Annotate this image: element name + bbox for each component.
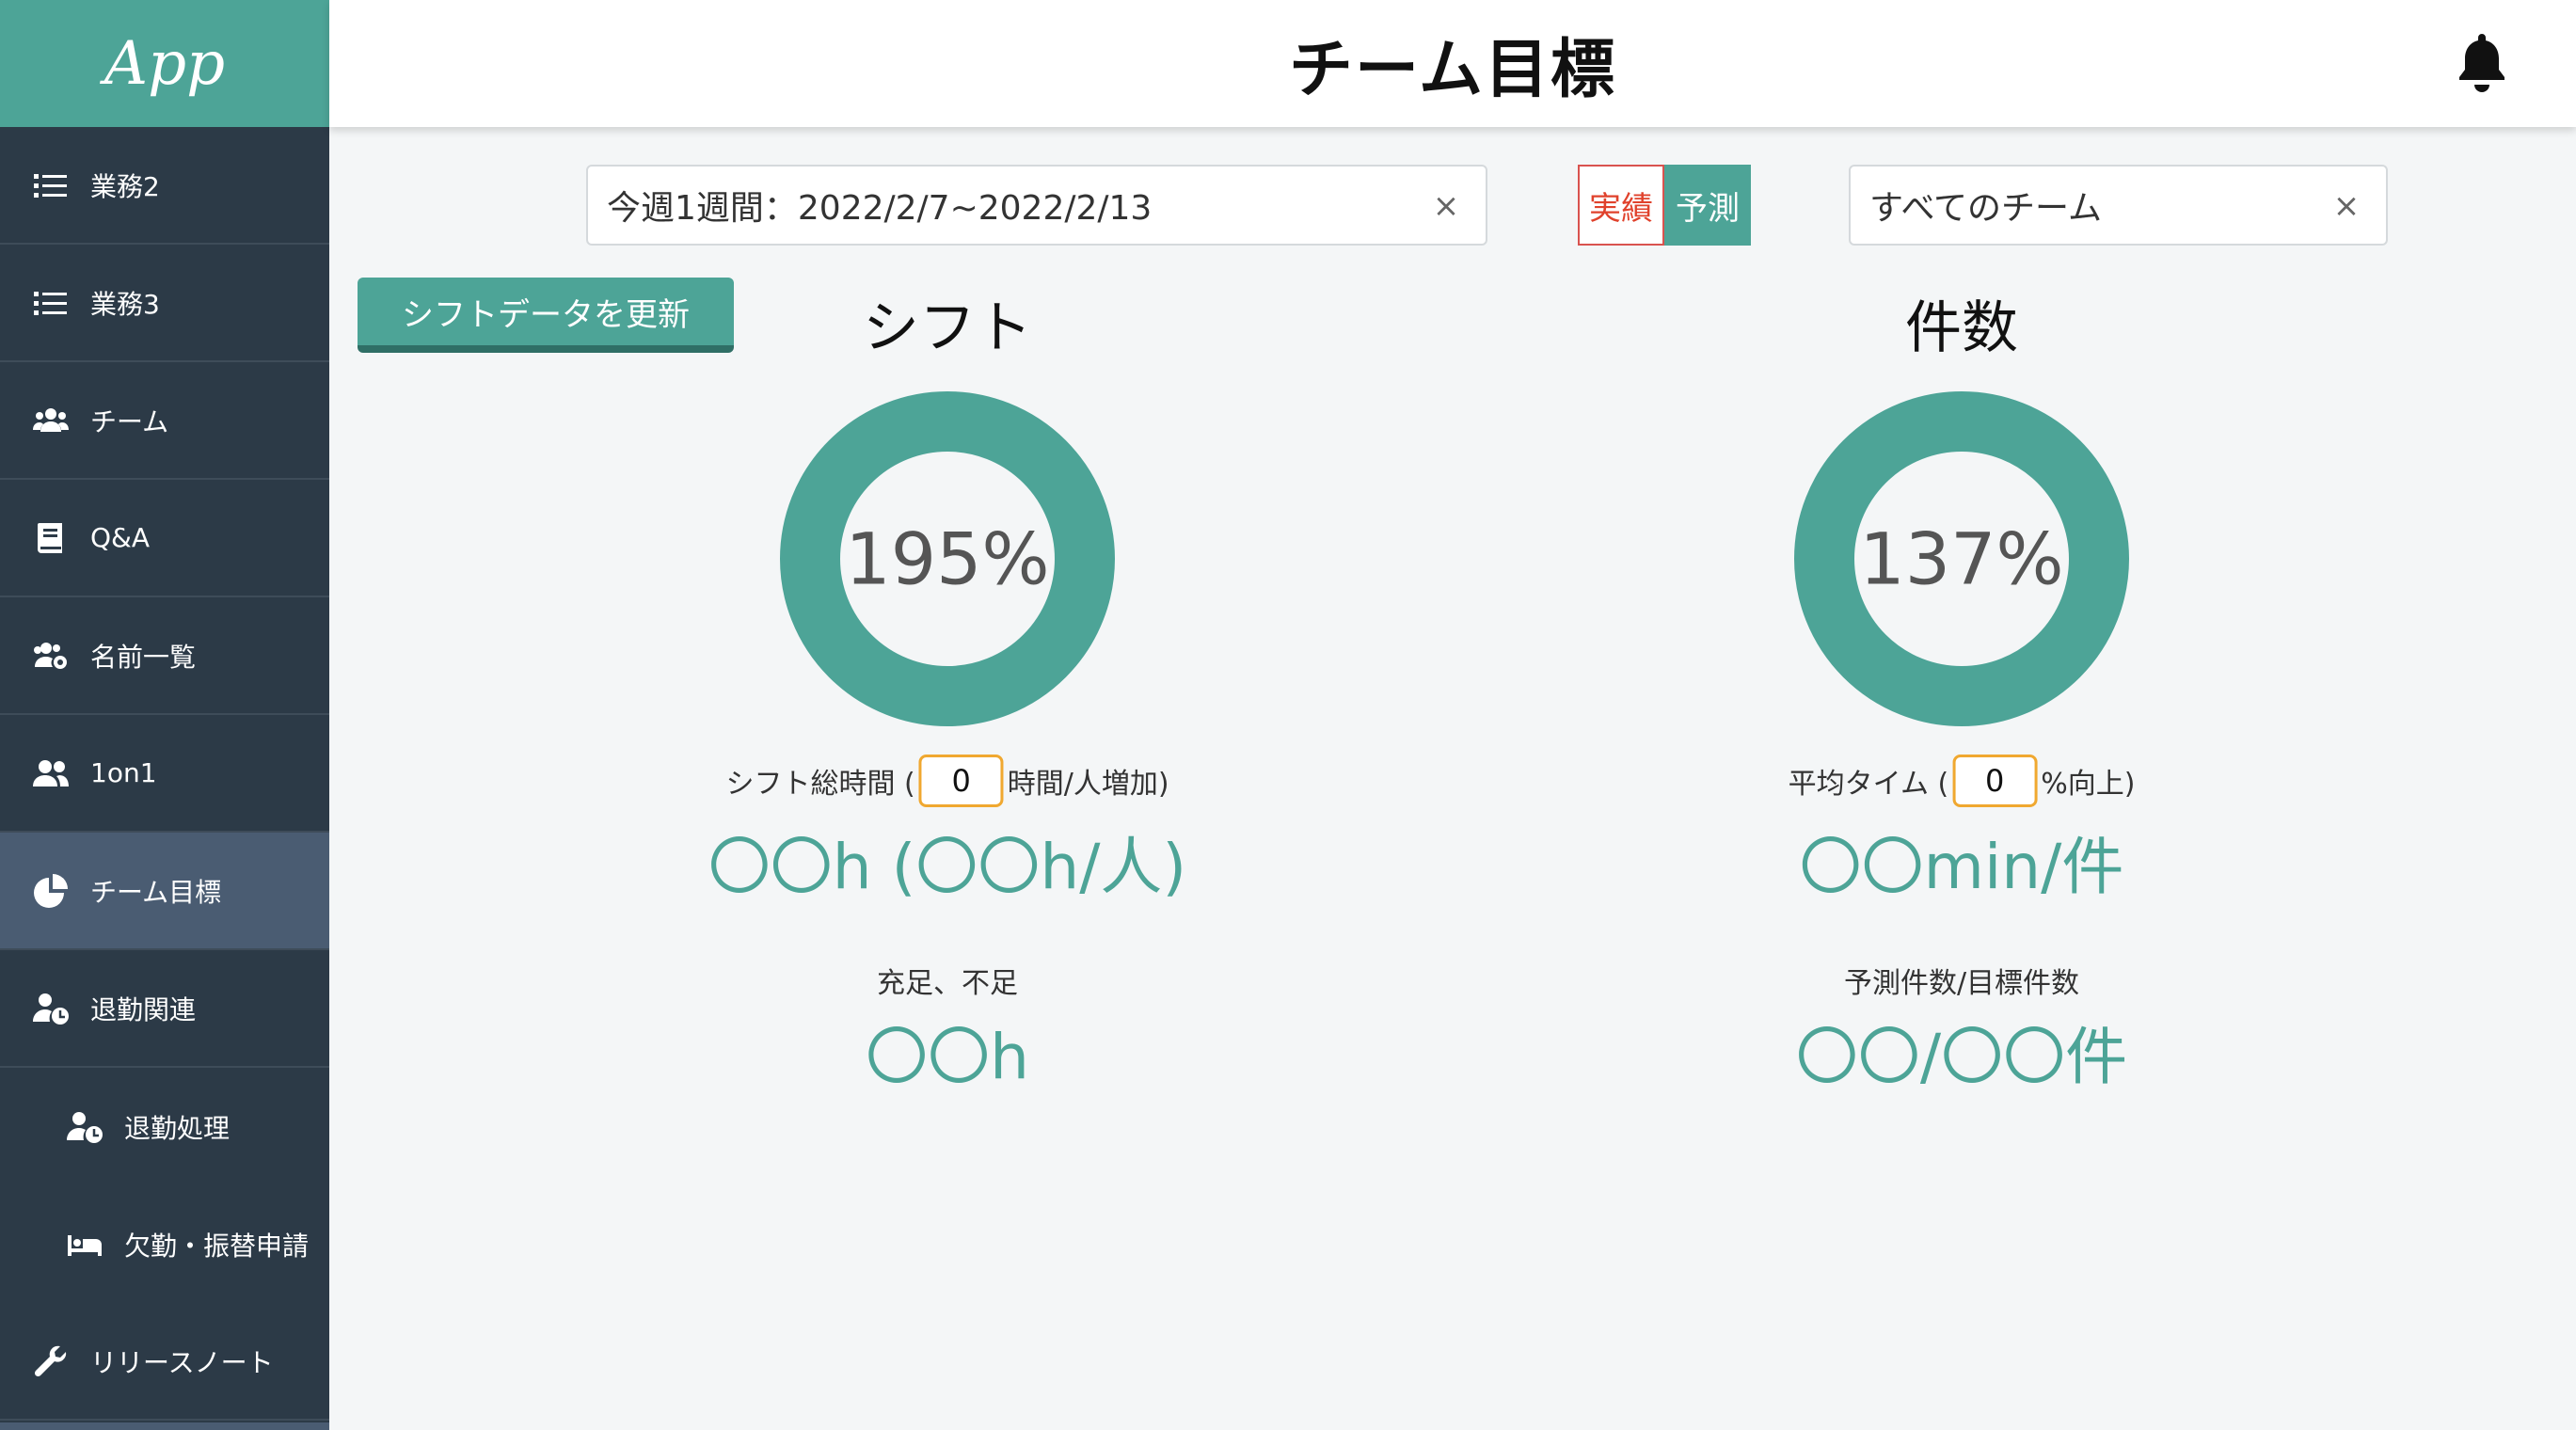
users-cog-icon: [30, 635, 72, 676]
shift-panel-title: シフト: [863, 295, 1032, 361]
sidebar-item-gyomu2[interactable]: 業務2: [0, 127, 329, 245]
sidebar-item-label: 1on1: [90, 757, 157, 788]
count-percent-label: 137%: [1859, 516, 2064, 601]
forecast-target-value: 〇〇/〇〇件: [1795, 1021, 2128, 1093]
sidebar-item-label: チーム: [90, 405, 169, 437]
shift-total-label: シフト総時間 ( 0 時間/人増加): [725, 755, 1169, 807]
users-icon: [30, 400, 72, 441]
shift-total-label-suffix: 時間/人増加): [1007, 768, 1169, 801]
forecast-target-label: 予測件数/目標件数: [1843, 967, 2080, 1000]
sidebar-item-1on1[interactable]: 1on1: [0, 715, 329, 833]
chart-pie-icon: [30, 870, 72, 912]
shift-total-label-prefix: シフト総時間 (: [725, 768, 915, 801]
period-select-value: 今週1週間：2022/2/7~2022/2/13: [607, 189, 1153, 228]
avg-time-label-prefix: 平均タイム (: [1788, 768, 1949, 801]
update-shift-button[interactable]: シフトデータを更新: [358, 278, 734, 353]
sidebar-item-label: 業務2: [90, 170, 160, 202]
bed-icon: [64, 1224, 105, 1265]
avg-time-label-suffix: %向上): [2041, 768, 2136, 801]
sidebar-item-gyomu3[interactable]: 業務3: [0, 245, 329, 362]
sufficiency-value: 〇〇h: [866, 1021, 1029, 1093]
book-icon: [30, 517, 72, 559]
sidebar-item-label: 退勤関連: [90, 993, 197, 1025]
count-panel-title: 件数: [1905, 295, 2018, 361]
toggle-actual-button[interactable]: 実績: [1578, 165, 1664, 246]
clear-team-icon[interactable]: ×: [2328, 187, 2365, 225]
sidebar-item-label: 業務3: [90, 288, 160, 320]
avg-time-value: 〇〇min/件: [1799, 831, 2124, 903]
user-clock-icon: [64, 1106, 105, 1148]
sidebar-item-qa[interactable]: Q&A: [0, 480, 329, 597]
shift-percent-label: 195%: [845, 516, 1050, 601]
list-icon: [30, 165, 72, 206]
avg-improve-input[interactable]: 0: [1952, 755, 2038, 807]
sidebar-item-label: 欠勤・振替申請: [124, 1230, 310, 1262]
wrench-icon: [30, 1341, 72, 1382]
sidebar-item-label: リリースノート: [90, 1346, 274, 1378]
period-select[interactable]: 今週1週間：2022/2/7~2022/2/13 ×: [586, 165, 1487, 246]
sidebar: App 業務2 業務3 チーム Q&A 名前一覧 1on1 チーム目標 退勤関連…: [0, 0, 329, 1430]
sidebar-divider: [0, 1422, 329, 1430]
sidebar-item-names[interactable]: 名前一覧: [0, 597, 329, 715]
sidebar-item-clockout[interactable]: 退勤関連: [0, 950, 329, 1068]
actual-forecast-toggle: 実績 予測: [1578, 165, 1751, 246]
sidebar-item-team[interactable]: チーム: [0, 362, 329, 480]
sidebar-item-label: Q&A: [90, 522, 151, 553]
list-icon: [30, 282, 72, 324]
shift-increase-input[interactable]: 0: [918, 755, 1004, 807]
clear-period-icon[interactable]: ×: [1427, 187, 1465, 225]
sidebar-item-label: 名前一覧: [90, 641, 197, 673]
bell-icon[interactable]: [2454, 30, 2510, 96]
user-friends-icon: [30, 753, 72, 794]
top-header: チーム目標: [329, 0, 2576, 127]
user-clock-icon: [30, 988, 72, 1029]
team-select-value: すべてのチーム: [1869, 189, 2102, 228]
sidebar-item-release-notes[interactable]: リリースノート: [0, 1303, 329, 1421]
sidebar-item-absence[interactable]: 欠勤・振替申請: [0, 1185, 329, 1303]
sidebar-item-label: チーム目標: [90, 876, 222, 908]
sidebar-item-label: 退勤処理: [124, 1112, 231, 1144]
sufficiency-label: 充足、不足: [877, 967, 1018, 1000]
toggle-forecast-button[interactable]: 予測: [1664, 165, 1751, 246]
page-title: チーム目標: [1289, 33, 1616, 107]
sidebar-item-team-goal[interactable]: チーム目標: [0, 833, 329, 950]
app-logo[interactable]: App: [0, 0, 329, 127]
team-select[interactable]: すべてのチーム ×: [1849, 165, 2388, 246]
shift-total-value: 〇〇h (〇〇h/人): [708, 831, 1187, 903]
sidebar-item-clockout-process[interactable]: 退勤処理: [0, 1068, 329, 1185]
avg-time-label: 平均タイム ( 0 %向上): [1788, 755, 2136, 807]
